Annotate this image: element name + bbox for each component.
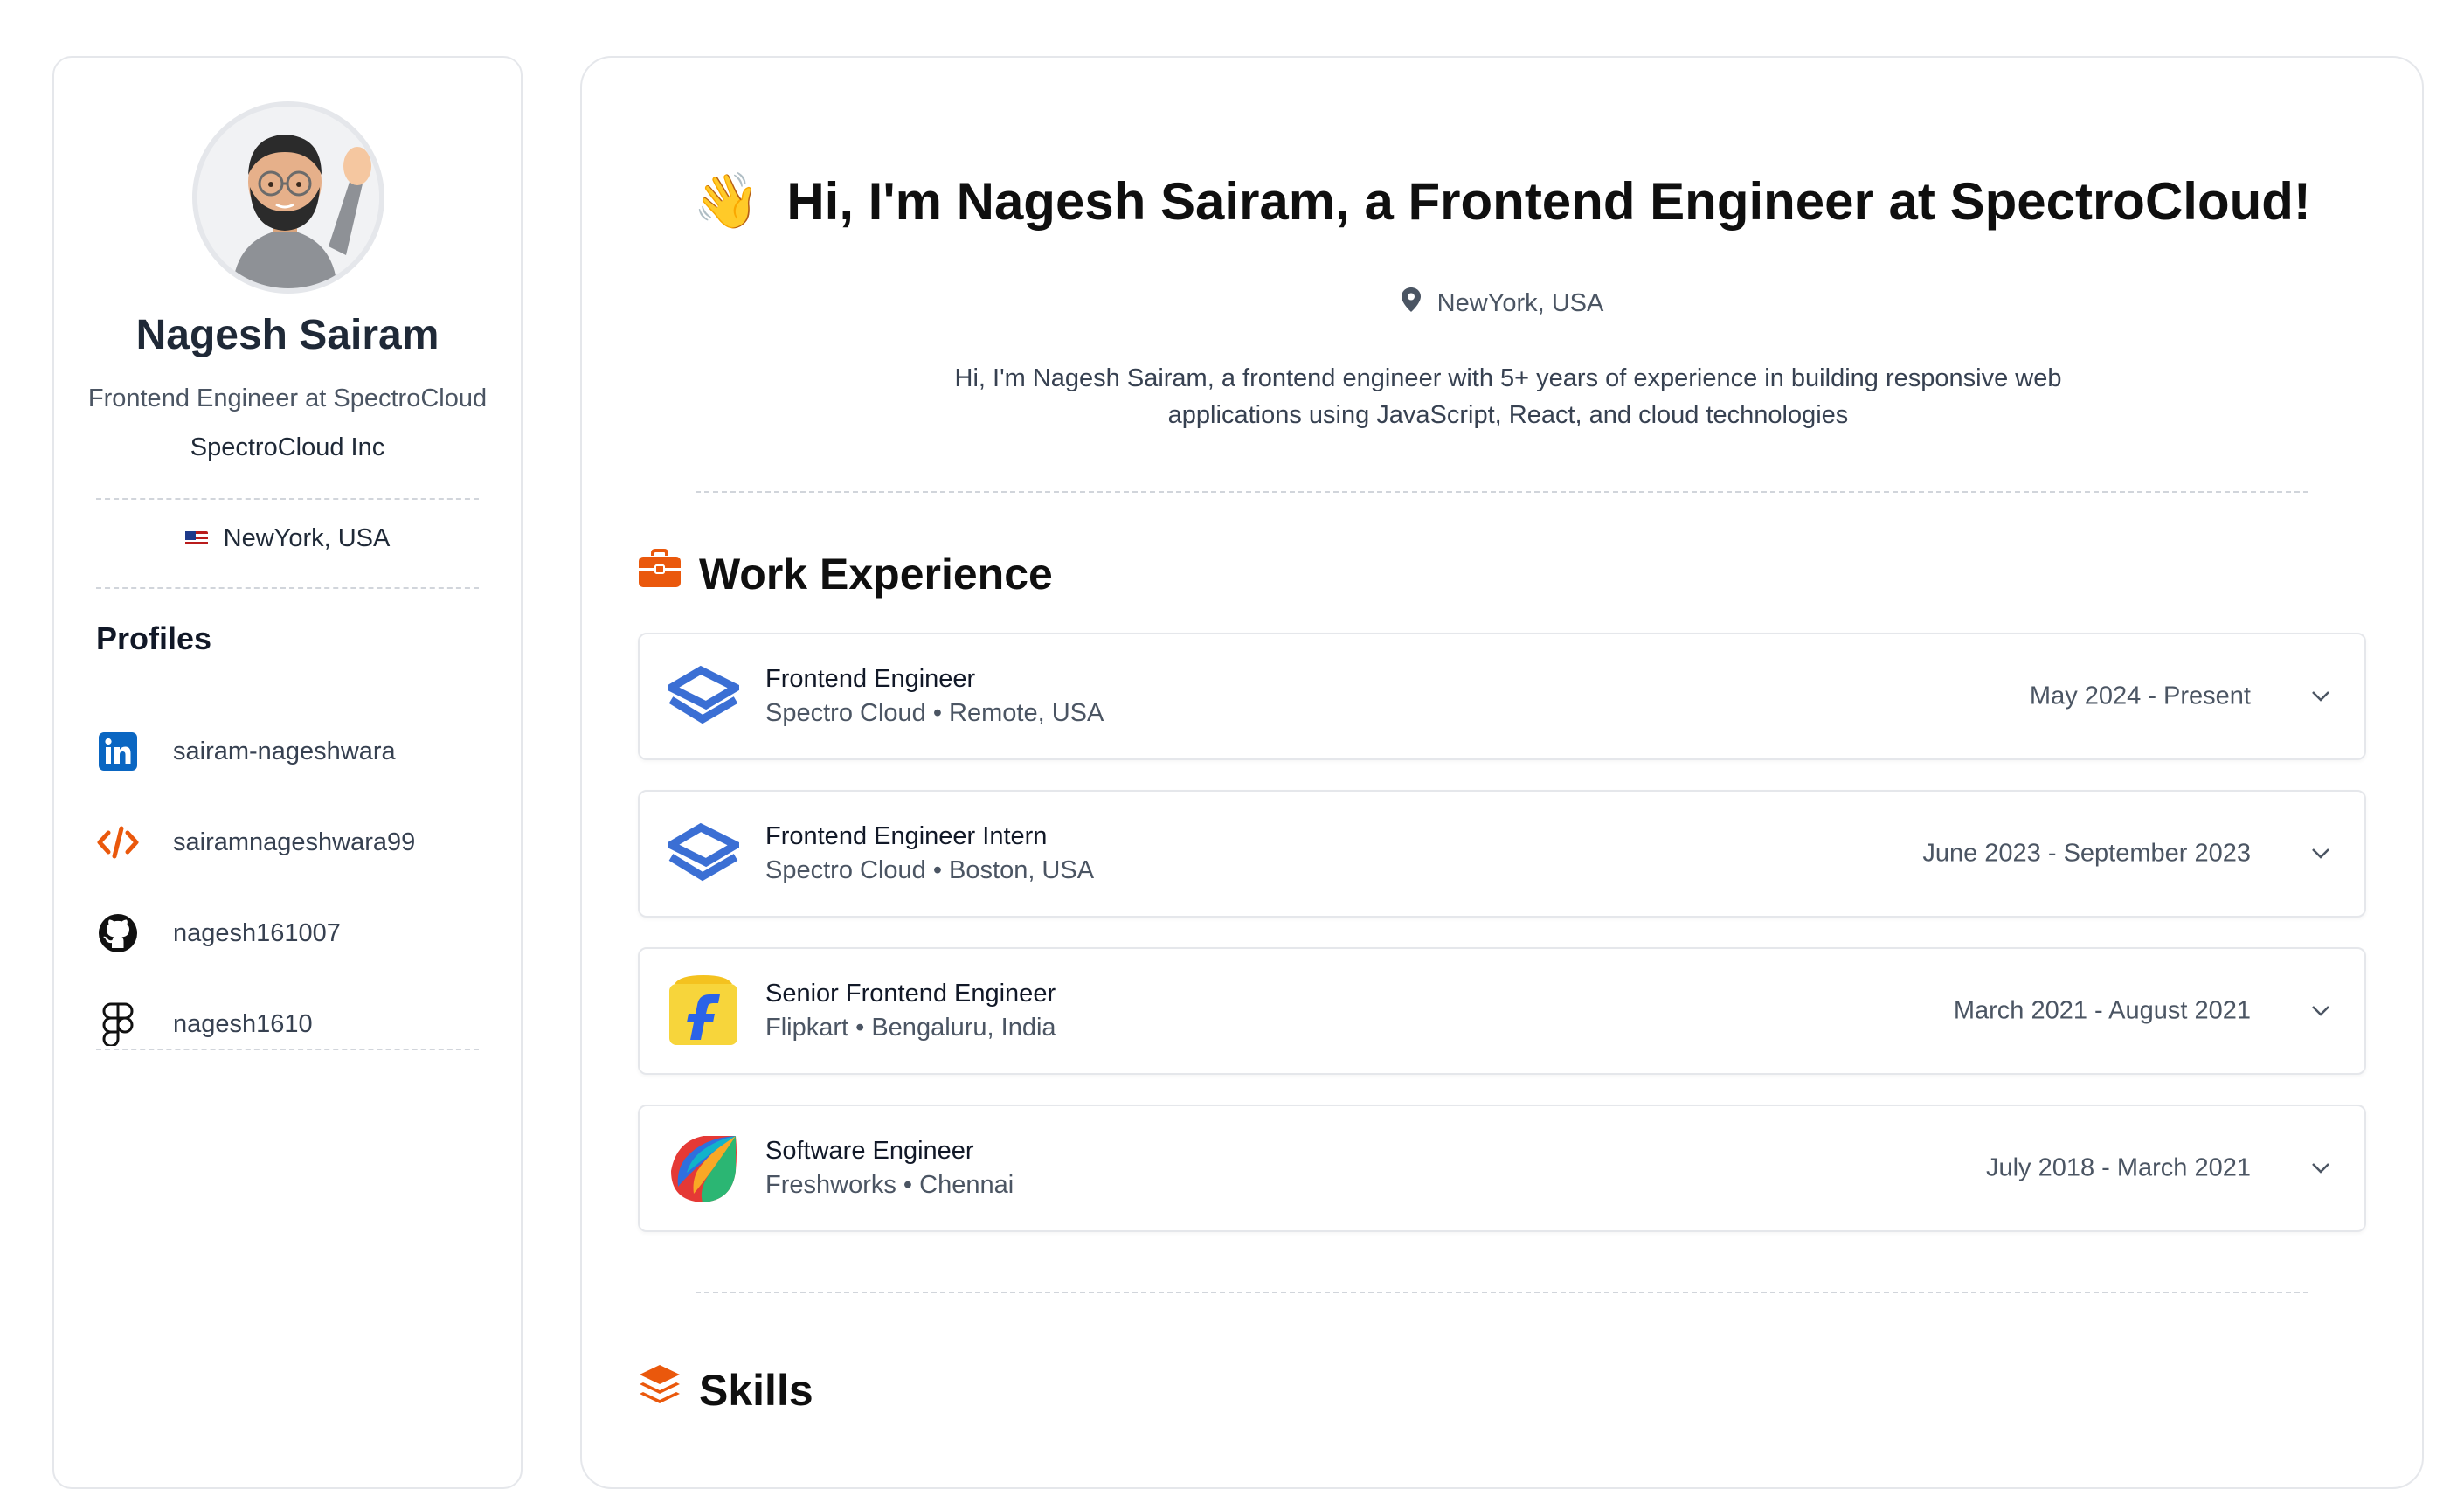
section-divider xyxy=(696,1292,2308,1293)
profile-link-label: nagesh161007 xyxy=(173,918,341,947)
job-title: Senior Frontend Engineer xyxy=(765,980,1056,1008)
job-dates: June 2023 - September 2023 xyxy=(1922,839,2251,868)
hero-headline: 👋 Hi, I'm Nagesh Sairam, a Frontend Engi… xyxy=(582,171,2422,232)
sidebar-divider xyxy=(96,587,479,589)
location-pin-icon xyxy=(1401,287,1422,320)
profile-link-linkedin[interactable]: sairam-nageshwara xyxy=(96,725,479,778)
chevron-down-icon[interactable] xyxy=(2308,841,2333,866)
profile-link-label: sairam-nageshwara xyxy=(173,737,396,765)
work-experience-heading: Work Experience xyxy=(638,549,1053,599)
memoji-avatar-image xyxy=(197,107,379,288)
hero-location-text: NewYork, USA xyxy=(1436,288,1604,317)
job-dates: July 2018 - March 2021 xyxy=(1985,1153,2251,1182)
job-card-frontend-engineer-intern[interactable]: Frontend Engineer Intern Spectro Cloud •… xyxy=(638,790,2366,918)
sidebar-divider xyxy=(96,1049,479,1050)
profile-link-github[interactable]: nagesh161007 xyxy=(96,907,479,959)
figma-icon xyxy=(96,1002,140,1046)
profile-link-label: nagesh1610 xyxy=(173,1009,313,1038)
profile-link-leetcode[interactable]: sairamnageshwara99 xyxy=(96,816,479,869)
profile-link-label: sairamnageshwara99 xyxy=(173,828,416,856)
job-card-software-engineer[interactable]: Software Engineer Freshworks • Chennai J… xyxy=(638,1105,2366,1232)
job-card-senior-frontend-engineer[interactable]: Senior Frontend Engineer Flipkart • Beng… xyxy=(638,947,2366,1075)
job-company-location: Spectro Cloud • Boston, USA xyxy=(765,856,1095,884)
sidebar-divider xyxy=(96,498,479,500)
freshworks-logo xyxy=(668,1132,739,1204)
page-title: Hi, I'm Nagesh Sairam, a Frontend Engine… xyxy=(786,172,2311,231)
skills-title: Skills xyxy=(699,1366,813,1415)
job-dates: May 2024 - Present xyxy=(2029,682,2251,710)
profiles-heading: Profiles xyxy=(96,620,212,656)
main-content: 👋 Hi, I'm Nagesh Sairam, a Frontend Engi… xyxy=(580,56,2424,1489)
job-company-location: Freshworks • Chennai xyxy=(765,1171,1014,1199)
hero-location: NewYork, USA xyxy=(582,287,2422,320)
job-title: Frontend Engineer Intern xyxy=(765,822,1048,850)
profile-sidebar: Nagesh Sairam Frontend Engineer at Spect… xyxy=(52,56,523,1489)
flipkart-logo xyxy=(668,975,739,1047)
code-icon xyxy=(96,821,140,864)
job-card-frontend-engineer[interactable]: Frontend Engineer Spectro Cloud • Remote… xyxy=(638,633,2366,760)
avatar xyxy=(192,101,384,294)
chevron-down-icon[interactable] xyxy=(2308,1156,2333,1181)
profile-link-figma[interactable]: nagesh1610 xyxy=(96,998,479,1050)
waving-hand-icon: 👋 xyxy=(693,170,761,232)
profile-company: SpectroCloud Inc xyxy=(190,433,385,461)
work-experience-title: Work Experience xyxy=(699,550,1053,599)
skills-heading: Skills xyxy=(638,1363,813,1417)
chevron-down-icon[interactable] xyxy=(2308,999,2333,1023)
job-company-location: Spectro Cloud • Remote, USA xyxy=(765,699,1104,727)
chevron-down-icon[interactable] xyxy=(2308,684,2333,709)
section-divider xyxy=(696,491,2308,493)
job-title: Software Engineer xyxy=(765,1137,974,1165)
job-title: Frontend Engineer xyxy=(765,665,976,693)
bio-text: Hi, I'm Nagesh Sairam, a frontend engine… xyxy=(954,364,2062,429)
job-company-location: Flipkart • Bengaluru, India xyxy=(765,1014,1056,1042)
spectrocloud-logo xyxy=(668,818,739,890)
profile-role: Frontend Engineer at SpectroCloud xyxy=(87,384,488,412)
job-dates: March 2021 - August 2021 xyxy=(1953,996,2251,1025)
layers-icon xyxy=(638,1363,682,1417)
spectrocloud-logo xyxy=(668,661,739,732)
briefcase-icon xyxy=(638,549,682,599)
github-icon xyxy=(96,911,140,955)
profile-name: Nagesh Sairam xyxy=(135,312,440,358)
profiles-list: sairam-nageshwara sairamnageshwara99 nag… xyxy=(96,725,479,1089)
us-flag-icon xyxy=(184,530,208,547)
sidebar-location-text: NewYork, USA xyxy=(223,524,391,552)
linkedin-icon xyxy=(96,730,140,773)
work-experience-list: Frontend Engineer Spectro Cloud • Remote… xyxy=(638,633,2366,1262)
sidebar-location: NewYork, USA xyxy=(54,524,521,553)
